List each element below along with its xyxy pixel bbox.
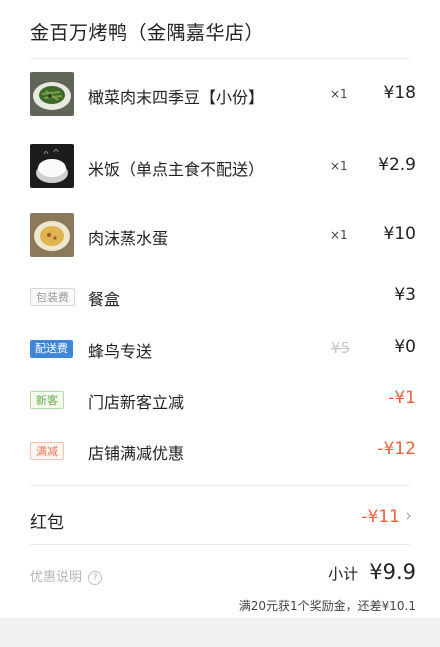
- packaging-fee-amount: ¥3: [394, 285, 416, 305]
- item-name: 橄菜肉末四季豆【小份】: [88, 88, 265, 107]
- item-name: 肉沫蒸水蛋: [88, 229, 169, 248]
- item-price: ¥18: [383, 83, 416, 103]
- new-customer-amount: -¥1: [388, 388, 416, 408]
- subtotal-value: ¥9.9: [369, 560, 416, 584]
- item-quantity: ×1: [330, 159, 348, 173]
- full-reduction-tag: 满减: [30, 442, 64, 460]
- delivery-fee-label: 蜂鸟专送: [88, 342, 153, 361]
- order-item: 橄菜肉末四季豆【小份】 ×1 ¥18: [30, 72, 416, 120]
- delivery-original-fee: ¥5: [330, 339, 350, 357]
- divider: [30, 58, 410, 59]
- item-price: ¥10: [383, 224, 416, 244]
- subtotal-label: 小计: [328, 565, 359, 583]
- discount-note-label: 优惠说明: [30, 570, 83, 585]
- delivery-fee-amount: ¥0: [394, 337, 416, 357]
- item-quantity: ×1: [330, 87, 348, 101]
- packaging-fee-row: 包装费 餐盒 ¥3: [30, 283, 416, 313]
- full-reduction-amount: -¥12: [377, 439, 416, 459]
- divider: [30, 485, 410, 486]
- discount-note-link[interactable]: 优惠说明 ?: [30, 566, 103, 585]
- item-price: ¥2.9: [378, 155, 416, 175]
- divider: [30, 544, 410, 545]
- new-customer-tag: 新客: [30, 391, 64, 409]
- food-thumbnail: [30, 213, 74, 257]
- question-circle-icon[interactable]: ?: [88, 571, 103, 585]
- subtotal: 小计 ¥9.9: [328, 560, 416, 584]
- shop-name[interactable]: 金百万烤鸭（金隅嘉华店）: [30, 18, 264, 45]
- delivery-fee-tag: 配送费: [30, 340, 73, 358]
- new-customer-discount-row: 新客 门店新客立减 -¥1: [30, 386, 416, 416]
- order-item: 肉沫蒸水蛋 ×1 ¥10: [30, 213, 416, 261]
- full-reduction-label: 店铺满减优惠: [88, 444, 185, 463]
- red-packet-label: 红包: [30, 513, 64, 533]
- order-card: 金百万烤鸭（金隅嘉华店） 橄菜肉末四季豆【小份】 ×1 ¥18 米饭（单点主食不…: [0, 0, 440, 618]
- chevron-right-icon[interactable]: ›: [405, 506, 412, 526]
- packaging-fee-tag: 包装费: [30, 288, 75, 306]
- delivery-fee-row: 配送费 蜂鸟专送 ¥5 ¥0: [30, 335, 416, 365]
- item-quantity: ×1: [330, 228, 348, 242]
- packaging-fee-label: 餐盒: [88, 290, 121, 309]
- reward-progress-text: 满20元获1个奖励金，还差¥10.1: [238, 599, 416, 613]
- red-packet-amount[interactable]: -¥11: [361, 507, 400, 527]
- full-reduction-discount-row: 满减 店铺满减优惠 -¥12: [30, 437, 416, 467]
- item-name: 米饭（单点主食不配送）: [88, 160, 265, 179]
- food-thumbnail: [30, 72, 74, 116]
- order-item: 米饭（单点主食不配送） ×1 ¥2.9: [30, 144, 416, 192]
- food-thumbnail: [30, 144, 74, 188]
- new-customer-label: 门店新客立减: [88, 393, 185, 412]
